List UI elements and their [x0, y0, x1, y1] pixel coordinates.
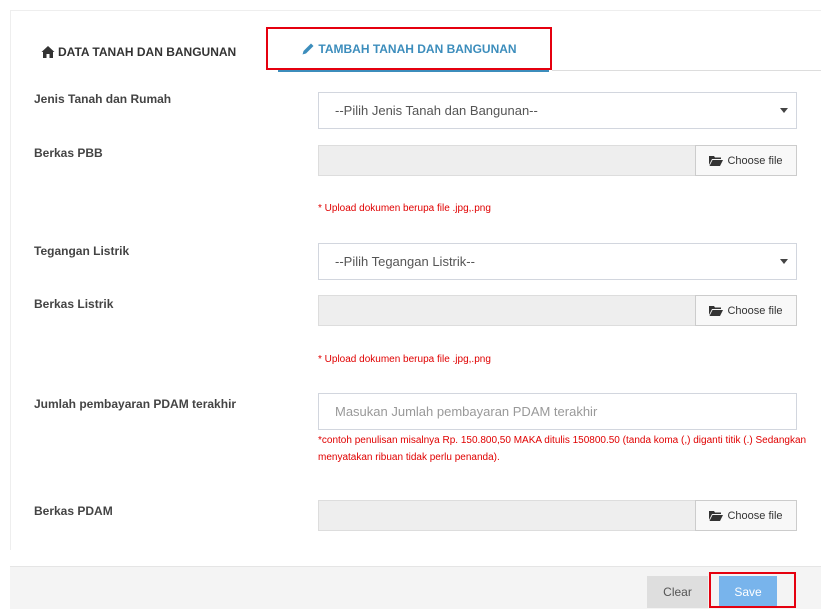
folder-open-icon [709, 156, 724, 166]
home-icon [41, 46, 55, 58]
berkas-listrik-file-input: Choose file [318, 295, 797, 326]
clear-button[interactable]: Clear [647, 576, 708, 608]
pdam-jumlah-label: Jumlah pembayaran PDAM terakhir [34, 397, 237, 411]
jenis-tanah-selected: --Pilih Jenis Tanah dan Bangunan-- [335, 103, 538, 118]
tegangan-listrik-select[interactable]: --Pilih Tegangan Listrik-- [318, 243, 797, 280]
berkas-pbb-file-input: Choose file [318, 145, 797, 176]
berkas-pbb-filename-field[interactable] [318, 145, 695, 176]
berkas-pdam-file-input: Choose file [318, 500, 797, 531]
jenis-tanah-label: Jenis Tanah dan Rumah [34, 92, 172, 106]
berkas-listrik-hint: * Upload dokumen berupa file .jpg,.png [318, 354, 491, 365]
pencil-icon [302, 43, 314, 54]
tab-data-label: DATA TANAH DAN BANGUNAN [58, 45, 237, 59]
berkas-pdam-label: Berkas PDAM [34, 504, 113, 518]
tegangan-listrik-label: Tegangan Listrik [34, 244, 130, 258]
tab-tambah-tanah-bangunan[interactable]: TAMBAH TANAH DAN BANGUNAN [266, 27, 552, 70]
folder-open-icon [709, 306, 724, 316]
berkas-pdam-choose-file-button[interactable]: Choose file [695, 500, 797, 531]
berkas-pbb-label: Berkas PBB [34, 146, 103, 160]
tab-data-tanah-bangunan[interactable]: DATA TANAH DAN BANGUNAN [41, 34, 236, 70]
berkas-listrik-choose-file-button[interactable]: Choose file [695, 295, 797, 326]
tabs-divider [552, 70, 821, 71]
pdam-jumlah-input[interactable] [318, 393, 797, 430]
active-tab-indicator [278, 70, 549, 72]
pdam-jumlah-note: *contoh penulisan misalnya Rp. 150.800,5… [318, 435, 807, 463]
caret-down-icon [780, 259, 788, 264]
berkas-pdam-filename-field[interactable] [318, 500, 695, 531]
save-button[interactable]: Save [719, 576, 777, 608]
jenis-tanah-select[interactable]: --Pilih Jenis Tanah dan Bangunan-- [318, 92, 797, 129]
berkas-listrik-filename-field[interactable] [318, 295, 695, 326]
berkas-listrik-label: Berkas Listrik [34, 297, 114, 311]
berkas-pbb-choose-file-button[interactable]: Choose file [695, 145, 797, 176]
tab-tambah-label: TAMBAH TANAH DAN BANGUNAN [318, 41, 517, 56]
folder-open-icon [709, 511, 724, 521]
card-left-border [10, 10, 11, 550]
berkas-pbb-hint: * Upload dokumen berupa file .jpg,.png [318, 203, 491, 214]
tegangan-listrik-selected: --Pilih Tegangan Listrik-- [335, 254, 475, 269]
caret-down-icon [780, 108, 788, 113]
card-border [10, 10, 821, 11]
